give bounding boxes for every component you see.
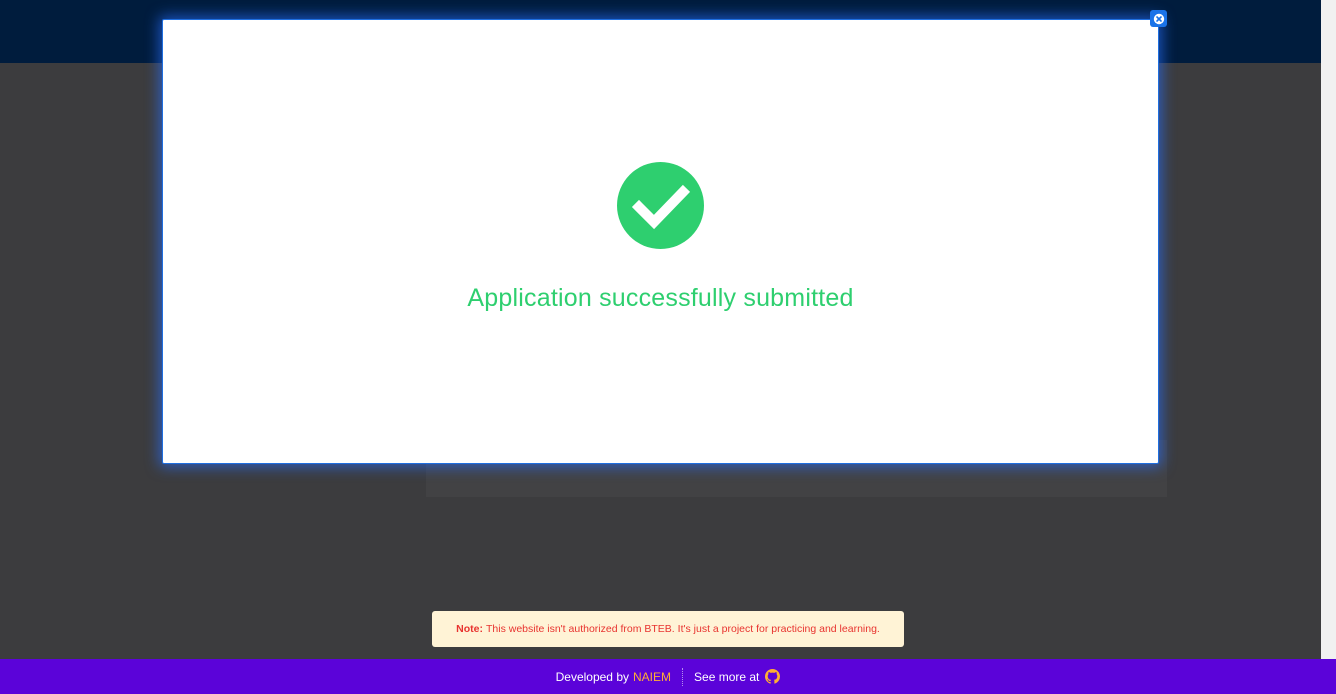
modal-close-button[interactable]: [1150, 10, 1167, 27]
footer-see-more: See more at: [694, 669, 760, 684]
footer-developed-by: Developed by: [555, 669, 629, 684]
close-icon: [1153, 13, 1164, 24]
note-label: Note:: [456, 623, 483, 635]
footer-divider: [682, 667, 684, 686]
success-message: Application successfully submitted: [467, 284, 854, 312]
note-text: This website isn't authorized from BTEB.…: [485, 623, 880, 635]
footer: Developed by NAIEM See more at: [0, 659, 1336, 694]
check-circle-icon: [617, 162, 704, 249]
vertical-scrollbar[interactable]: [1321, 0, 1336, 659]
github-icon[interactable]: [765, 669, 781, 684]
developer-link[interactable]: NAIEM: [633, 670, 671, 684]
disclaimer-note: Note: This website isn't authorized from…: [432, 611, 904, 647]
